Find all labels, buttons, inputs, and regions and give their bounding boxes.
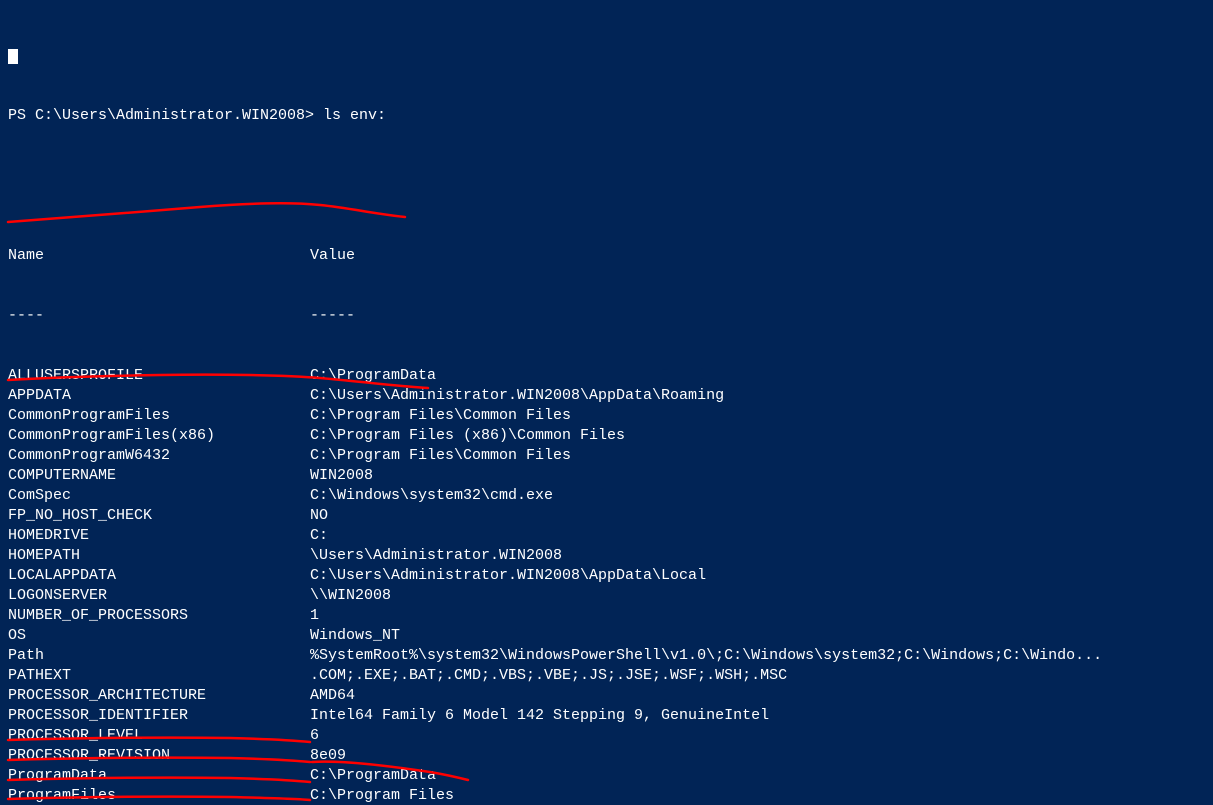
env-name: COMPUTERNAME (8, 466, 310, 486)
column-header-name: Name (8, 246, 310, 266)
powershell-terminal[interactable]: PS C:\Users\Administrator.WIN2008> ls en… (0, 0, 1213, 805)
env-value: C:\ProgramData (310, 766, 1205, 786)
env-name: CommonProgramFiles (8, 406, 310, 426)
env-value: C:\Users\Administrator.WIN2008\AppData\L… (310, 566, 1205, 586)
env-value: NO (310, 506, 1205, 526)
env-row: PROCESSOR_REVISION8e09 (8, 746, 1205, 766)
env-value: C:\Program Files\Common Files (310, 446, 1205, 466)
env-row: HOMEPATH\Users\Administrator.WIN2008 (8, 546, 1205, 566)
env-name: APPDATA (8, 386, 310, 406)
env-row: NUMBER_OF_PROCESSORS1 (8, 606, 1205, 626)
env-value: \Users\Administrator.WIN2008 (310, 546, 1205, 566)
env-row: ALLUSERSPROFILEC:\ProgramData (8, 366, 1205, 386)
column-sep-value: ----- (310, 306, 1205, 326)
env-value: 1 (310, 606, 1205, 626)
env-row: ProgramFilesC:\Program Files (8, 786, 1205, 805)
env-row: Path%SystemRoot%\system32\WindowsPowerSh… (8, 646, 1205, 666)
env-value: C:\Program Files\Common Files (310, 406, 1205, 426)
env-name: NUMBER_OF_PROCESSORS (8, 606, 310, 626)
env-row: PROCESSOR_IDENTIFIERIntel64 Family 6 Mod… (8, 706, 1205, 726)
env-row: CommonProgramW6432C:\Program Files\Commo… (8, 446, 1205, 466)
env-name: ProgramData (8, 766, 310, 786)
env-value: 6 (310, 726, 1205, 746)
column-header-value: Value (310, 246, 1205, 266)
env-name: HOMEDRIVE (8, 526, 310, 546)
env-row: APPDATAC:\Users\Administrator.WIN2008\Ap… (8, 386, 1205, 406)
env-value: .COM;.EXE;.BAT;.CMD;.VBS;.VBE;.JS;.JSE;.… (310, 666, 1205, 686)
env-value: WIN2008 (310, 466, 1205, 486)
env-value: 8e09 (310, 746, 1205, 766)
env-row: LOGONSERVER\\WIN2008 (8, 586, 1205, 606)
block-cursor-icon (8, 49, 18, 64)
env-row: FP_NO_HOST_CHECKNO (8, 506, 1205, 526)
env-row: ProgramDataC:\ProgramData (8, 766, 1205, 786)
env-name: PROCESSOR_REVISION (8, 746, 310, 766)
env-value: C:\Program Files (310, 786, 1205, 805)
env-value: %SystemRoot%\system32\WindowsPowerShell\… (310, 646, 1205, 666)
env-row: ComSpecC:\Windows\system32\cmd.exe (8, 486, 1205, 506)
env-value: C:\ProgramData (310, 366, 1205, 386)
column-header-row: Name Value (8, 246, 1205, 266)
env-row: CommonProgramFilesC:\Program Files\Commo… (8, 406, 1205, 426)
env-value: Windows_NT (310, 626, 1205, 646)
env-name: PATHEXT (8, 666, 310, 686)
env-row: HOMEDRIVEC: (8, 526, 1205, 546)
env-name: ComSpec (8, 486, 310, 506)
env-variable-list: ALLUSERSPROFILEC:\ProgramDataAPPDATAC:\U… (8, 366, 1205, 805)
env-name: LOCALAPPDATA (8, 566, 310, 586)
env-row: PATHEXT.COM;.EXE;.BAT;.CMD;.VBS;.VBE;.JS… (8, 666, 1205, 686)
env-row: PROCESSOR_ARCHITECTUREAMD64 (8, 686, 1205, 706)
env-name: CommonProgramFiles(x86) (8, 426, 310, 446)
env-row: CommonProgramFiles(x86)C:\Program Files … (8, 426, 1205, 446)
env-row: COMPUTERNAMEWIN2008 (8, 466, 1205, 486)
env-name: OS (8, 626, 310, 646)
env-value: C:\Program Files (x86)\Common Files (310, 426, 1205, 446)
env-value: Intel64 Family 6 Model 142 Stepping 9, G… (310, 706, 1205, 726)
env-name: PROCESSOR_ARCHITECTURE (8, 686, 310, 706)
cursor-line (8, 46, 1205, 66)
env-name: CommonProgramW6432 (8, 446, 310, 466)
env-name: ProgramFiles (8, 786, 310, 805)
env-value: C:\Windows\system32\cmd.exe (310, 486, 1205, 506)
env-value: AMD64 (310, 686, 1205, 706)
env-row: OSWindows_NT (8, 626, 1205, 646)
env-name: FP_NO_HOST_CHECK (8, 506, 310, 526)
column-separator-row: ---- ----- (8, 306, 1205, 326)
env-name: ALLUSERSPROFILE (8, 366, 310, 386)
prompt-line: PS C:\Users\Administrator.WIN2008> ls en… (8, 106, 1205, 126)
env-name: HOMEPATH (8, 546, 310, 566)
env-name: PROCESSOR_IDENTIFIER (8, 706, 310, 726)
env-value: C: (310, 526, 1205, 546)
env-value: C:\Users\Administrator.WIN2008\AppData\R… (310, 386, 1205, 406)
env-name: PROCESSOR_LEVEL (8, 726, 310, 746)
env-value: \\WIN2008 (310, 586, 1205, 606)
column-sep-name: ---- (8, 306, 310, 326)
env-name: Path (8, 646, 310, 666)
env-row: LOCALAPPDATAC:\Users\Administrator.WIN20… (8, 566, 1205, 586)
env-row: PROCESSOR_LEVEL6 (8, 726, 1205, 746)
env-name: LOGONSERVER (8, 586, 310, 606)
